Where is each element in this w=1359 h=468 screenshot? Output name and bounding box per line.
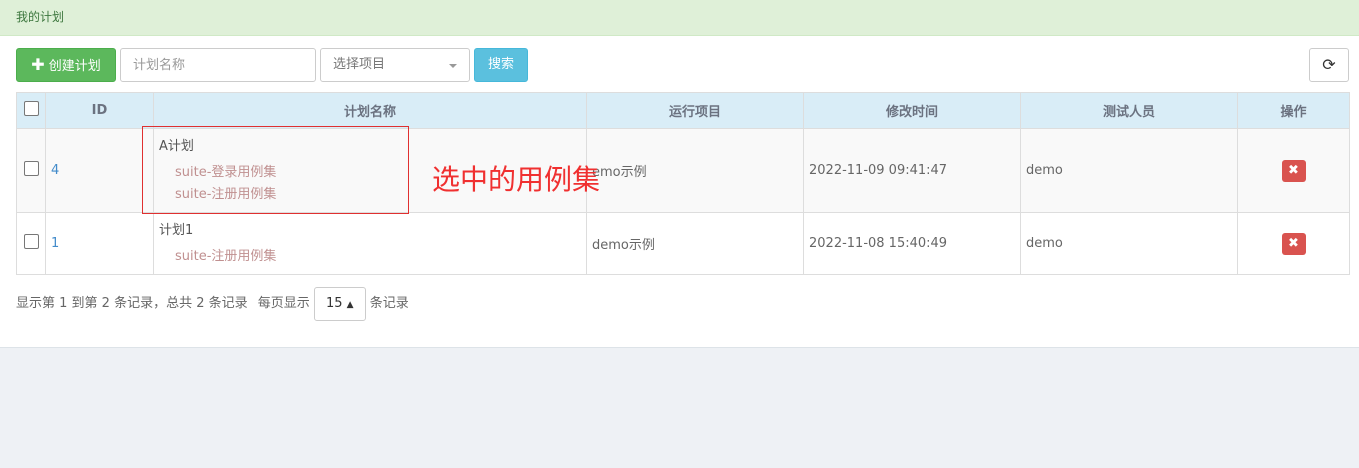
row-select-cell[interactable] — [16, 128, 46, 213]
project-select[interactable]: 选择项目 — [320, 48, 470, 82]
plan-name[interactable]: 计划1 — [159, 219, 581, 238]
per-page-prefix: 每页显示 — [257, 296, 310, 311]
pagination: 显示第 1 到第 2 条记录，总共 2 条记录 每页显示 15 ▲ 条记录 — [16, 287, 409, 321]
column-header-actions: 操作 — [1237, 92, 1350, 129]
caret-down-icon — [449, 64, 457, 68]
close-icon: ✖ — [1288, 162, 1299, 178]
column-header-project[interactable]: 运行项目 — [586, 92, 804, 129]
close-icon: ✖ — [1288, 235, 1299, 251]
row-id: 4 — [45, 128, 154, 213]
row-project: demo示例 — [586, 212, 804, 275]
toolbar: ✚创建计划 选择项目 搜索 ⟳ — [16, 48, 1349, 82]
row-checkbox[interactable] — [23, 234, 39, 249]
refresh-icon: ⟳ — [1322, 55, 1336, 74]
page-size-dropdown[interactable]: 15 ▲ — [313, 287, 366, 321]
plan-name-input[interactable] — [120, 48, 316, 82]
select-all-cell[interactable] — [16, 92, 46, 129]
refresh-button[interactable]: ⟳ — [1309, 48, 1349, 82]
panel-title: 我的计划 — [0, 0, 1359, 36]
row-select-cell[interactable] — [16, 212, 46, 275]
column-header-modified[interactable]: 修改时间 — [803, 92, 1021, 129]
row-modified: 2022-11-08 15:40:49 — [803, 212, 1021, 275]
row-id: 1 — [45, 212, 154, 275]
create-plan-button[interactable]: ✚ 创建计划 — [16, 48, 116, 82]
row-modified: 2022-11-09 09:41:47 — [803, 128, 1021, 213]
plus-icon: ✚ — [31, 55, 45, 74]
caret-up-icon: ▲ — [346, 300, 354, 310]
table-row: 1 计划1 suite-注册用例集 demo示例 2022-11-08 15:4… — [16, 212, 1350, 275]
column-header-tester[interactable]: 测试人员 — [1020, 92, 1238, 129]
per-page-suffix: 条记录 — [369, 296, 409, 311]
table-header-row: ID 计划名称 运行项目 修改时间 测试人员 操作 — [16, 92, 1350, 129]
project-select-value: 选择项目 — [333, 57, 386, 72]
select-all-checkbox[interactable] — [23, 101, 39, 116]
row-project: emo示例 — [586, 128, 804, 213]
row-tester: demo — [1020, 212, 1238, 275]
row-plan-cell: 计划1 suite-注册用例集 — [153, 212, 587, 275]
page-size-value: 15 — [325, 296, 343, 311]
row-checkbox[interactable] — [23, 161, 39, 176]
annotation-highlight-box — [142, 126, 409, 214]
annotation-label: 选中的用例集 — [432, 163, 601, 196]
delete-button[interactable]: ✖ — [1281, 159, 1306, 182]
column-header-id[interactable]: ID — [45, 92, 154, 129]
search-button[interactable]: 搜索 — [474, 48, 528, 82]
row-actions: ✖ — [1237, 128, 1350, 213]
row-actions: ✖ — [1237, 212, 1350, 275]
delete-button[interactable]: ✖ — [1281, 232, 1306, 255]
create-plan-label: 创建计划 — [48, 59, 101, 74]
suite-item: suite-注册用例集 — [175, 249, 277, 264]
column-header-name[interactable]: 计划名称 — [153, 92, 587, 129]
pagination-summary: 显示第 1 到第 2 条记录，总共 2 条记录 — [16, 296, 248, 311]
row-tester: demo — [1020, 128, 1238, 213]
